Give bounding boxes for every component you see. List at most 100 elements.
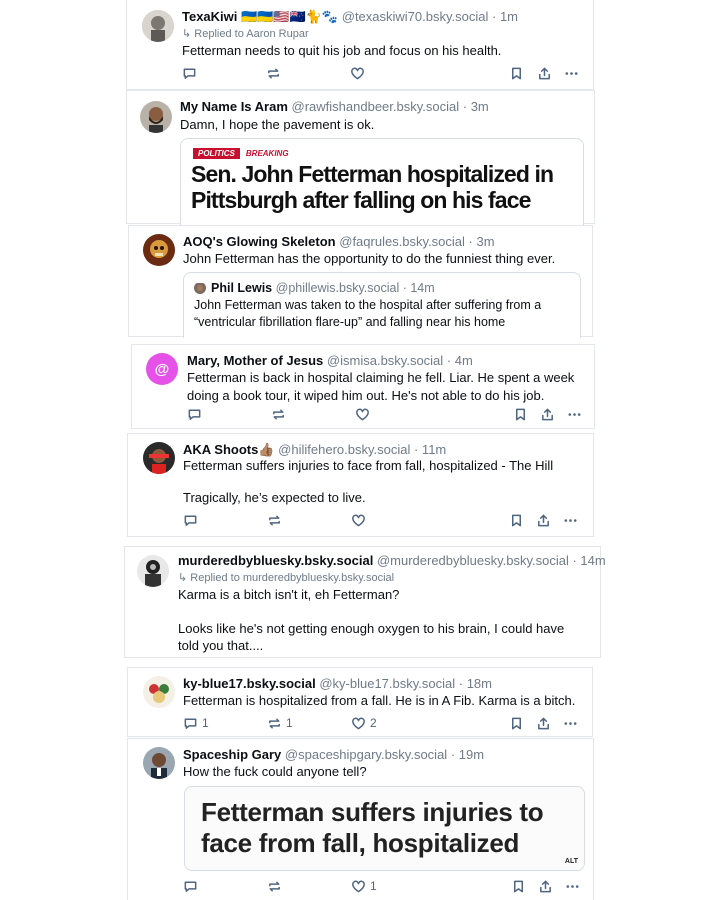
bookmark-icon (516, 408, 525, 420)
like-button[interactable] (350, 65, 369, 81)
post-card[interactable]: AOQ's Glowing Skeleton @faqrules.bsky.so… (128, 225, 593, 338)
quote-author-name[interactable]: Phil Lewis (211, 281, 272, 295)
post-time[interactable]: · 19m (451, 747, 484, 762)
post-header: ky-blue17.bsky.social @ky-blue17.bsky.so… (183, 676, 492, 692)
bookmark-button[interactable] (511, 878, 526, 894)
quoted-post[interactable]: Phil Lewis @phillewis.bsky.social · 14m … (183, 272, 581, 338)
alt-badge[interactable]: ALT (565, 858, 578, 865)
author-name[interactable]: AKA Shoots👍🏽 (183, 442, 275, 457)
more-button[interactable] (565, 878, 580, 894)
post-card[interactable]: TexaKiwi 🇺🇦🇺🇦🇺🇸🇳🇿🐈🐾 @texaskiwi70.bsky.so… (126, 0, 594, 90)
repost-button[interactable] (271, 406, 290, 422)
post-time[interactable]: · 4m (447, 353, 473, 368)
post-card[interactable]: Spaceship Gary @spaceshipgary.bsky.socia… (127, 738, 594, 900)
reply-button[interactable] (182, 65, 201, 81)
share-button[interactable] (536, 512, 551, 528)
author-handle[interactable]: @murderedbybluesky.bsky.social (377, 553, 569, 568)
repost-icon (269, 515, 280, 525)
post-header: murderedbybluesky.bsky.social @murderedb… (178, 553, 606, 569)
repost-icon (269, 881, 280, 891)
repost-button[interactable]: 1 (267, 715, 293, 731)
share-button[interactable] (540, 406, 555, 422)
reply-icon (188, 409, 201, 420)
post-card[interactable]: AKA Shoots👍🏽 @hilifehero.bsky.social · 1… (127, 433, 594, 537)
author-handle[interactable]: @hilifehero.bsky.social (278, 442, 410, 457)
author-handle[interactable]: @spaceshipgary.bsky.social (285, 747, 447, 762)
avatar[interactable] (137, 555, 169, 587)
link-preview[interactable]: POLITICS BREAKING Sen. John Fetterman ho… (180, 138, 584, 225)
avatar[interactable] (143, 747, 175, 779)
author-name[interactable]: AOQ's Glowing Skeleton (183, 234, 336, 249)
author-handle[interactable]: @texaskiwi70.bsky.social (342, 9, 489, 24)
quote-header: Phil Lewis @phillewis.bsky.social · 14m (211, 280, 435, 296)
reply-button[interactable]: 1 (183, 715, 209, 731)
like-button[interactable]: 1 (351, 878, 377, 894)
author-handle[interactable]: @faqrules.bsky.social (339, 234, 465, 249)
repost-button[interactable] (267, 512, 286, 528)
share-button[interactable] (537, 65, 552, 81)
post-header: AKA Shoots👍🏽 @hilifehero.bsky.social · 1… (183, 442, 446, 458)
like-button[interactable]: 2 (351, 715, 377, 731)
post-time[interactable]: · 3m (469, 234, 495, 249)
share-button[interactable] (538, 878, 553, 894)
author-handle[interactable]: @ky-blue17.bsky.social (319, 676, 455, 691)
post-actions (182, 65, 582, 81)
reply-button[interactable] (183, 512, 202, 528)
more-icon (564, 518, 577, 522)
reply-icon (184, 718, 197, 729)
post-time[interactable]: · 1m (492, 9, 518, 24)
post-time[interactable]: · 18m (459, 676, 492, 691)
bookmark-button[interactable] (509, 715, 524, 731)
replied-to[interactable]: ↳ Replied to Aaron Rupar (182, 27, 309, 40)
like-button[interactable] (355, 406, 374, 422)
author-name[interactable]: My Name Is Aram (180, 99, 288, 114)
post-time[interactable]: · 11m (414, 442, 446, 457)
author-handle[interactable]: @ismisa.bsky.social (327, 353, 443, 368)
post-text: John Fetterman has the opportunity to do… (183, 251, 556, 266)
post-header: Mary, Mother of Jesus @ismisa.bsky.socia… (187, 353, 473, 369)
repost-button[interactable] (266, 65, 285, 81)
post-card[interactable]: @ Mary, Mother of Jesus @ismisa.bsky.soc… (131, 344, 595, 429)
share-icon (538, 717, 549, 729)
more-button[interactable] (563, 715, 578, 731)
quote-author-handle[interactable]: @phillewis.bsky.social (276, 281, 400, 295)
at-icon: @ (154, 360, 170, 378)
share-button[interactable] (536, 715, 551, 731)
author-handle[interactable]: @rawfishandbeer.bsky.social (292, 99, 460, 114)
post-card[interactable]: My Name Is Aram @rawfishandbeer.bsky.soc… (126, 90, 595, 225)
more-button[interactable] (564, 65, 579, 81)
like-icon (352, 880, 365, 892)
image-embed[interactable]: Fetterman suffers injuries to face from … (184, 786, 585, 871)
post-time[interactable]: · 3m (463, 99, 489, 114)
post-card[interactable]: ky-blue17.bsky.social @ky-blue17.bsky.so… (127, 667, 593, 737)
avatar[interactable] (143, 442, 175, 474)
replied-to[interactable]: ↳ Replied to murderedbybluesky.bsky.soci… (178, 571, 394, 584)
like-button[interactable] (351, 512, 370, 528)
avatar[interactable] (140, 101, 172, 133)
bookmark-button[interactable] (513, 406, 528, 422)
author-name[interactable]: murderedbybluesky.bsky.social (178, 553, 373, 568)
more-button[interactable] (563, 512, 578, 528)
reply-button[interactable] (187, 406, 206, 422)
author-name[interactable]: TexaKiwi 🇺🇦🇺🇦🇺🇸🇳🇿🐈🐾 (182, 9, 338, 24)
post-card[interactable]: murderedbybluesky.bsky.social @murderedb… (124, 546, 606, 658)
author-name[interactable]: ky-blue17.bsky.social (183, 676, 316, 691)
quote-time[interactable]: · 14m (403, 281, 435, 295)
reply-button[interactable] (183, 878, 202, 894)
post-time[interactable]: · 14m (572, 553, 605, 568)
avatar[interactable] (142, 10, 174, 42)
reply-count: 1 (202, 716, 209, 730)
avatar[interactable]: @ (146, 353, 178, 385)
avatar[interactable] (143, 234, 175, 266)
post-text: Fetterman needs to quit his job and focu… (182, 43, 502, 58)
repost-button[interactable] (267, 878, 286, 894)
avatar[interactable] (143, 676, 175, 708)
bookmark-button[interactable] (509, 65, 524, 81)
bookmark-button[interactable] (509, 512, 524, 528)
more-button[interactable] (567, 406, 582, 422)
reply-icon (184, 515, 197, 526)
author-name[interactable]: Spaceship Gary (183, 747, 281, 762)
post-text: Fetterman is hospitalized from a fall. H… (183, 693, 576, 708)
author-name[interactable]: Mary, Mother of Jesus (187, 353, 323, 368)
repost-icon (269, 718, 280, 728)
